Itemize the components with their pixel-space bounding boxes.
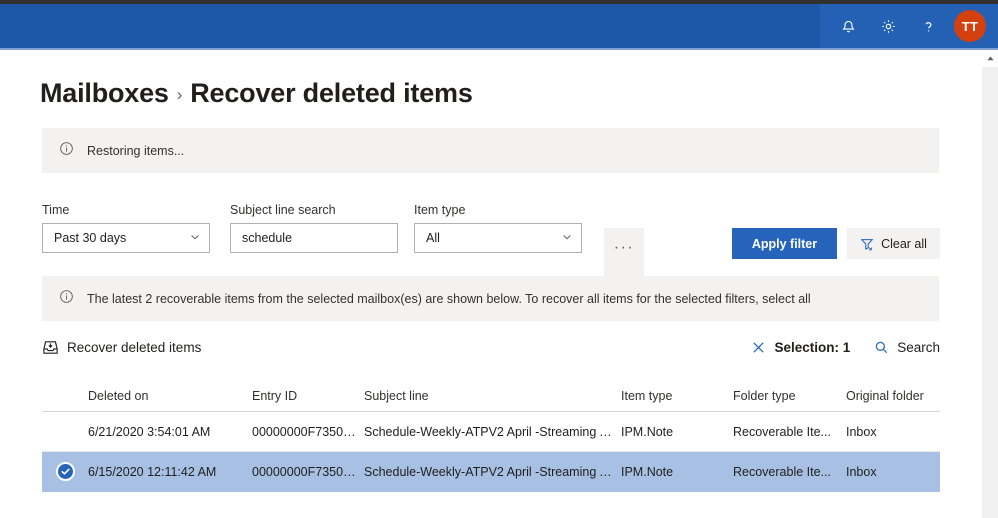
- command-bar-right: Selection: 1 Search: [751, 340, 940, 355]
- clear-filter-icon: [860, 237, 874, 251]
- subject-line-search-input[interactable]: schedule: [230, 223, 398, 253]
- table-row[interactable]: 6/15/2020 12:11:42 AM 00000000F73502... …: [42, 452, 940, 492]
- cell-item-type: IPM.Note: [621, 464, 674, 479]
- cell-subject-line: Schedule-Weekly-ATPV2 April -Streaming A…: [364, 464, 621, 479]
- cell-deleted-on: 6/21/2020 3:54:01 AM: [88, 424, 211, 439]
- cell-original-folder: Inbox: [846, 464, 877, 479]
- breadcrumb-parent[interactable]: Mailboxes: [40, 78, 169, 109]
- chevron-down-icon: [189, 231, 201, 246]
- scrollbar-track[interactable]: [982, 67, 998, 518]
- chevron-right-icon: ›: [176, 84, 183, 104]
- recoverable-items-table: Deleted on Entry ID Subject line Item ty…: [42, 380, 940, 492]
- suite-header-actions: TT: [820, 4, 998, 48]
- column-header-subject-line[interactable]: Subject line: [364, 389, 621, 403]
- item-type-filter-dropdown[interactable]: All: [414, 223, 582, 253]
- recover-deleted-items-command[interactable]: Recover deleted items: [42, 339, 201, 356]
- column-header-folder-type[interactable]: Folder type: [733, 389, 846, 403]
- column-header-original-folder[interactable]: Original folder: [846, 389, 946, 403]
- clear-all-label: Clear all: [881, 236, 927, 251]
- page-title: Recover deleted items: [190, 78, 473, 108]
- time-filter: Time Past 30 days: [42, 203, 210, 253]
- subject-line-search-filter: Subject line search schedule: [230, 203, 398, 253]
- suite-header: TT: [0, 4, 998, 48]
- subject-line-search-label: Subject line search: [230, 203, 336, 217]
- filter-row: Time Past 30 days Subject line search sc…: [42, 203, 940, 276]
- cell-original-folder: Inbox: [846, 424, 877, 439]
- subject-line-search-value: schedule: [242, 231, 293, 245]
- latest-items-message-text: The latest 2 recoverable items from the …: [87, 291, 811, 306]
- avatar[interactable]: TT: [954, 10, 986, 42]
- cell-folder-type: Recoverable Ite...: [733, 424, 831, 439]
- selection-count-label: Selection: 1: [774, 339, 851, 355]
- scroll-up-arrow-icon[interactable]: [982, 50, 998, 67]
- cell-folder-type: Recoverable Ite...: [733, 464, 831, 479]
- item-type-filter-value: All: [426, 231, 440, 245]
- help-icon[interactable]: [908, 4, 948, 48]
- selection-command[interactable]: Selection: 1: [751, 340, 850, 355]
- item-type-filter: Item type All: [414, 203, 582, 253]
- column-header-item-type[interactable]: Item type: [621, 389, 733, 403]
- search-icon: [874, 340, 889, 355]
- time-filter-value: Past 30 days: [54, 231, 127, 245]
- clear-all-button[interactable]: Clear all: [847, 228, 940, 259]
- cell-deleted-on: 6/15/2020 12:11:42 AM: [88, 464, 217, 479]
- time-filter-label: Time: [42, 203, 70, 217]
- command-bar: Recover deleted items Selection: 1 Searc…: [42, 330, 940, 364]
- restoring-message-text: Restoring items...: [87, 143, 185, 158]
- vertical-scrollbar[interactable]: [982, 50, 998, 518]
- search-command[interactable]: Search: [874, 340, 940, 355]
- item-type-filter-label: Item type: [414, 203, 466, 217]
- cell-entry-id: 00000000F73502...: [252, 424, 361, 439]
- cell-item-type: IPM.Note: [621, 424, 674, 439]
- cell-entry-id: 00000000F73502...: [252, 464, 361, 479]
- search-label: Search: [897, 339, 940, 355]
- table-header-row: Deleted on Entry ID Subject line Item ty…: [42, 380, 940, 412]
- ellipsis-icon: ···: [613, 239, 635, 256]
- recover-deleted-items-label: Recover deleted items: [67, 339, 202, 355]
- more-filters-button[interactable]: ···: [604, 228, 644, 276]
- notification-bell-icon[interactable]: [828, 4, 868, 48]
- page-content: Mailboxes › Recover deleted items Restor…: [0, 50, 982, 518]
- gear-icon[interactable]: [868, 4, 908, 48]
- breadcrumb: Mailboxes › Recover deleted items: [40, 78, 473, 109]
- cell-subject-line: Schedule-Weekly-ATPV2 April -Streaming A…: [364, 424, 621, 439]
- restoring-message-bar: Restoring items...: [42, 128, 939, 173]
- info-icon: [59, 141, 74, 161]
- chevron-down-icon: [561, 231, 573, 246]
- column-header-deleted-on[interactable]: Deleted on: [88, 389, 252, 403]
- apply-filter-button[interactable]: Apply filter: [732, 228, 837, 259]
- recover-inbox-icon: [42, 339, 59, 356]
- table-row[interactable]: 6/21/2020 3:54:01 AM 00000000F73502... S…: [42, 412, 940, 452]
- row-checkbox[interactable]: [42, 462, 88, 481]
- latest-items-message-bar: The latest 2 recoverable items from the …: [42, 276, 939, 321]
- checkmark-icon: [55, 462, 75, 481]
- column-header-entry-id[interactable]: Entry ID: [252, 389, 364, 403]
- close-icon: [751, 340, 766, 355]
- time-filter-dropdown[interactable]: Past 30 days: [42, 223, 210, 253]
- info-icon: [59, 289, 74, 309]
